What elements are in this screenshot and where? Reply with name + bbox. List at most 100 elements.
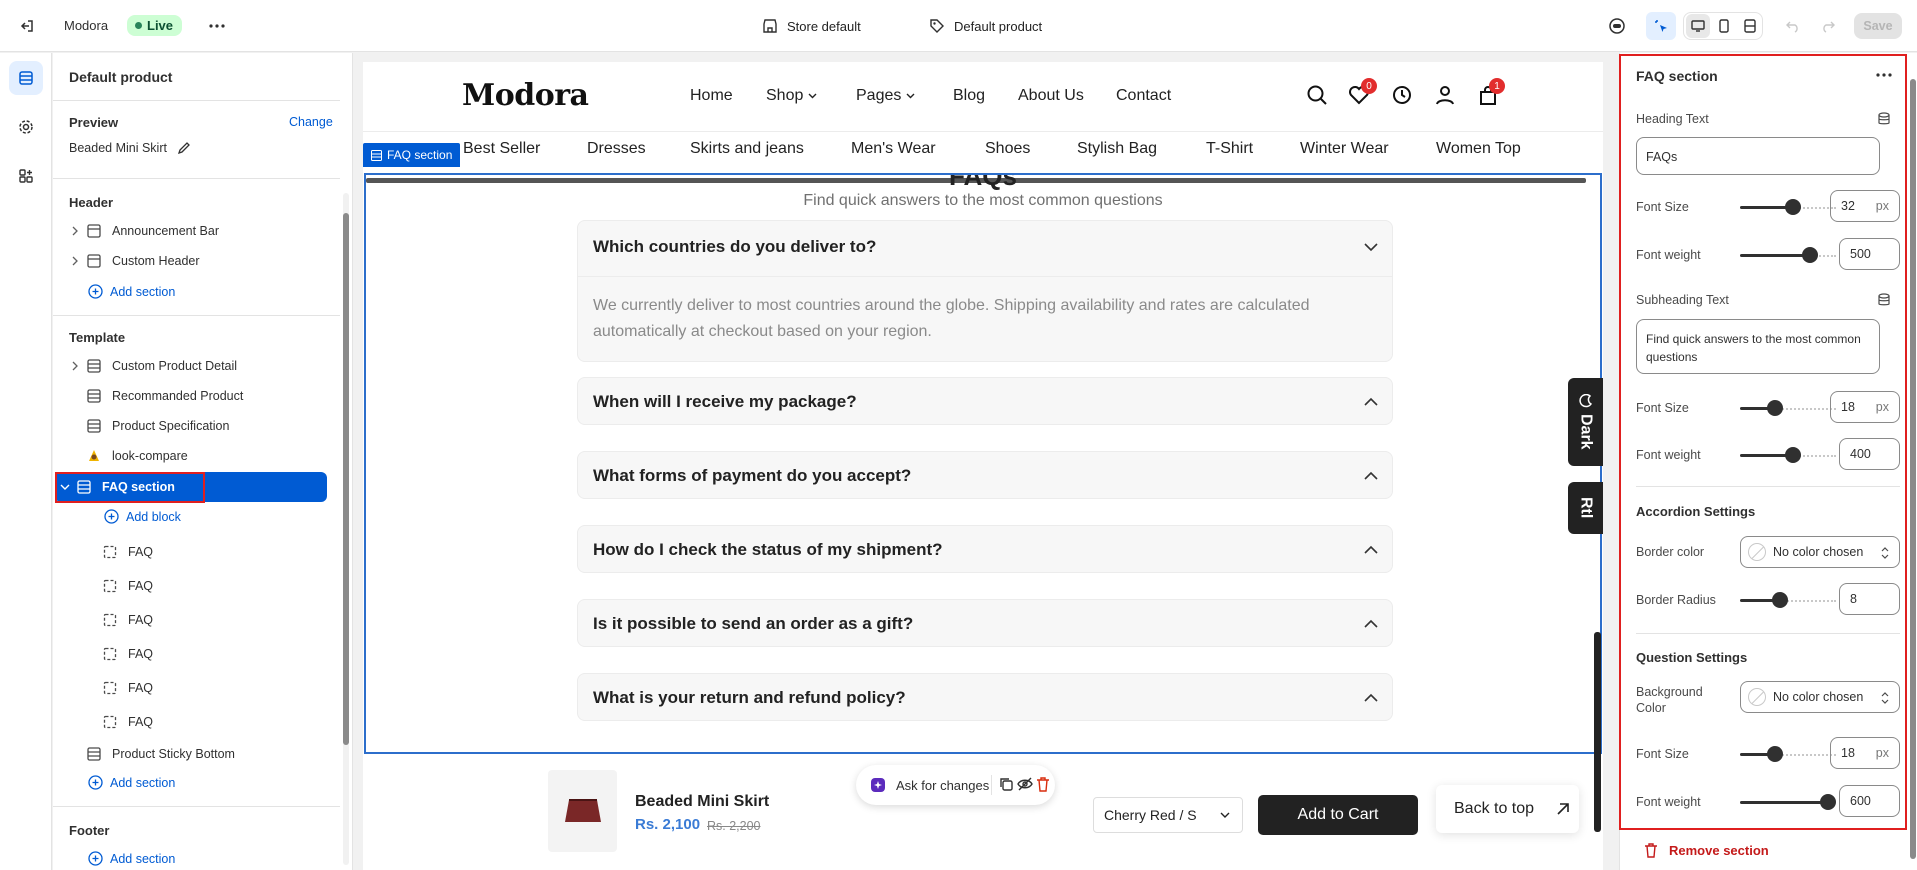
exit-icon[interactable] <box>14 13 40 39</box>
chevron-up-icon[interactable] <box>1364 619 1378 628</box>
category-link[interactable]: Stylish Bag <box>1077 140 1157 158</box>
faq-question[interactable]: What is your return and refund policy? <box>593 688 906 708</box>
add-block-button[interactable]: Add block <box>104 509 181 524</box>
faq-question[interactable]: When will I receive my package? <box>593 392 857 412</box>
chevron-right-icon[interactable] <box>65 226 85 236</box>
add-section-header[interactable]: Add section <box>88 284 175 299</box>
hide-eye-icon[interactable] <box>1017 776 1033 792</box>
heading-font-size-slider[interactable] <box>1740 199 1836 215</box>
sub-font-weight-input[interactable]: 400 <box>1839 438 1900 470</box>
save-button[interactable]: Save <box>1854 13 1902 39</box>
section-faq-selected[interactable]: FAQ section <box>55 472 327 502</box>
heading-text-input[interactable]: FAQs <box>1636 137 1880 175</box>
preview-scrollbar[interactable] <box>1594 632 1601 832</box>
ask-for-changes-button[interactable]: Ask for changes <box>864 771 995 799</box>
dynamic-source-icon[interactable] <box>1878 112 1890 126</box>
faq-question[interactable]: What forms of payment do you accept? <box>593 466 911 486</box>
sub-font-size-slider[interactable] <box>1740 400 1836 416</box>
undo-icon[interactable] <box>1780 13 1806 39</box>
rtl-toggle[interactable]: Rtl <box>1568 482 1603 534</box>
category-link[interactable]: Dresses <box>587 140 646 158</box>
slider-thumb[interactable] <box>1785 447 1801 463</box>
delete-trash-icon[interactable] <box>1036 776 1050 792</box>
slider-thumb[interactable] <box>1772 592 1788 608</box>
heading-font-weight-slider[interactable] <box>1740 247 1836 263</box>
remove-section-button[interactable]: Remove section <box>1644 842 1769 858</box>
add-to-cart-button[interactable]: Add to Cart <box>1258 795 1418 835</box>
redo-icon[interactable] <box>1815 13 1841 39</box>
slider-thumb[interactable] <box>1785 199 1801 215</box>
sub-font-size-input[interactable]: 18 px <box>1830 391 1900 423</box>
faq-item[interactable]: What is your return and refund policy? <box>577 673 1393 721</box>
change-preview-link[interactable]: Change <box>289 115 333 129</box>
section-custom-header[interactable]: Custom Header <box>65 247 327 275</box>
inspector-toggle-icon[interactable] <box>1646 12 1676 40</box>
nav-home[interactable]: Home <box>690 87 733 105</box>
chevron-right-icon[interactable] <box>65 256 85 266</box>
question-font-size-input[interactable]: 18 px <box>1830 737 1900 769</box>
chevron-up-icon[interactable] <box>1364 545 1378 554</box>
chevron-down-icon[interactable] <box>55 483 75 491</box>
border-radius-input[interactable]: 8 <box>1839 583 1900 615</box>
question-font-size-slider[interactable] <box>1740 746 1836 762</box>
faq-item[interactable]: When will I receive my package? <box>577 377 1393 425</box>
category-link[interactable]: Best Seller <box>463 140 540 158</box>
settings-gear-icon[interactable] <box>9 110 43 144</box>
nav-contact[interactable]: Contact <box>1116 87 1171 105</box>
slider-thumb[interactable] <box>1767 400 1783 416</box>
sub-font-weight-slider[interactable] <box>1740 447 1836 463</box>
scrollbar-thumb[interactable] <box>343 213 349 745</box>
panel-more-icon[interactable] <box>1876 73 1892 77</box>
category-link[interactable]: Shoes <box>985 140 1030 158</box>
add-section-template[interactable]: Add section <box>88 775 175 790</box>
search-icon[interactable] <box>1306 84 1328 106</box>
category-link[interactable]: T-Shirt <box>1206 140 1253 158</box>
wishlist-heart-icon[interactable]: 0 <box>1348 78 1377 106</box>
section-look-compare[interactable]: look-compare <box>65 442 327 470</box>
store-default-button[interactable]: Store default <box>762 18 861 34</box>
slider-thumb[interactable] <box>1767 746 1783 762</box>
background-color-picker[interactable]: No color chosen <box>1740 681 1900 713</box>
faq-item[interactable]: How do I check the status of my shipment… <box>577 525 1393 573</box>
faq-block[interactable]: FAQ <box>101 708 327 736</box>
apps-icon[interactable] <box>9 159 43 193</box>
sections-icon[interactable] <box>9 61 43 95</box>
question-font-weight-slider[interactable] <box>1740 794 1836 810</box>
variant-select[interactable]: Cherry Red / S <box>1093 797 1243 833</box>
history-icon[interactable] <box>1391 84 1413 106</box>
faq-item[interactable]: What forms of payment do you accept? <box>577 451 1393 499</box>
chevron-up-icon[interactable] <box>1364 471 1378 480</box>
chevron-up-icon[interactable] <box>1364 397 1378 406</box>
back-to-top-button[interactable]: Back to top <box>1436 785 1579 833</box>
faq-question[interactable]: Which countries do you deliver to? <box>593 237 876 257</box>
faq-block[interactable]: FAQ <box>101 538 327 566</box>
border-color-picker[interactable]: No color chosen <box>1740 536 1900 568</box>
faq-block[interactable]: FAQ <box>101 572 327 600</box>
nav-blog[interactable]: Blog <box>953 87 985 105</box>
nav-about[interactable]: About Us <box>1018 87 1084 105</box>
section-announcement-bar[interactable]: Announcement Bar <box>65 217 327 245</box>
section-product-sticky-bottom[interactable]: Product Sticky Bottom <box>65 740 327 768</box>
panel-scrollbar[interactable] <box>1910 59 1916 859</box>
sidebar-scrollbar[interactable] <box>341 193 350 865</box>
heading-font-size-input[interactable]: 32 px <box>1830 190 1900 222</box>
border-radius-slider[interactable] <box>1740 592 1836 608</box>
section-product-specification[interactable]: Product Specification <box>65 412 327 440</box>
chevron-down-icon[interactable] <box>1364 243 1378 252</box>
category-link[interactable]: Skirts and jeans <box>690 140 804 158</box>
default-product-button[interactable]: Default product <box>929 18 1042 34</box>
account-user-icon[interactable] <box>1434 84 1456 106</box>
dark-mode-toggle[interactable]: Dark <box>1568 378 1603 466</box>
ai-assistant-icon[interactable] <box>1604 13 1630 39</box>
question-font-weight-input[interactable]: 600 <box>1839 785 1900 817</box>
nav-shop[interactable]: Shop <box>766 87 817 105</box>
subheading-text-input[interactable]: Find quick answers to the most common qu… <box>1636 319 1880 374</box>
edit-pencil-icon[interactable] <box>177 141 191 155</box>
slider-thumb[interactable] <box>1802 247 1818 263</box>
desktop-view-icon[interactable] <box>1686 14 1710 38</box>
dynamic-source-icon[interactable] <box>1878 293 1890 307</box>
store-logo[interactable]: Modora <box>462 78 589 113</box>
section-recommanded-product[interactable]: Recommanded Product <box>65 382 327 410</box>
faq-item-open[interactable]: Which countries do you deliver to? We cu… <box>577 220 1393 362</box>
faq-question[interactable]: How do I check the status of my shipment… <box>593 540 943 560</box>
